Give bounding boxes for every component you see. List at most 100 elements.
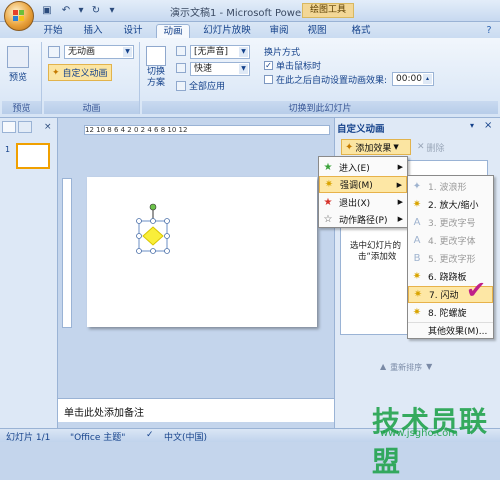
close-icon[interactable]: × [484, 120, 492, 131]
speed-icon [176, 63, 186, 73]
menu-item-entrance[interactable]: ★ 进入(E) ▶ [319, 159, 407, 175]
chevron-down-icon: ▼ [239, 64, 248, 74]
transition-scheme-button[interactable]: 切换 方案 [146, 46, 166, 89]
custom-animation-title: 自定义动画 [337, 124, 385, 135]
slide-number: 1 [5, 145, 11, 154]
slides-tab-icon[interactable] [2, 121, 16, 133]
reorder-controls: ▲ 重新排序 ▼ [380, 362, 432, 373]
chevron-down-icon: ▼ [393, 143, 399, 151]
office-logo-icon [13, 10, 25, 22]
transition-scheme-icon [146, 46, 166, 66]
effect-icon: ✦ [412, 181, 422, 192]
apply-all-label: 全部应用 [189, 82, 226, 92]
slide-thumbnail-page [16, 143, 50, 169]
ribbon-tabs: 开始 插入 设计 动画 幻灯片放映 审阅 视图 格式 ? [0, 22, 500, 39]
horizontal-ruler: 12 10 8 6 4 2 0 2 4 6 8 10 12 [84, 125, 330, 135]
effect-icon: A [413, 217, 421, 228]
emphasis-star-icon: ✷ [324, 179, 334, 190]
spellcheck-icon[interactable]: ✓ [146, 430, 154, 440]
tab-slideshow[interactable]: 幻灯片放映 [198, 24, 256, 39]
emphasis-item-font-style[interactable]: B 5. 更改字形 [408, 250, 493, 267]
custom-animation-button[interactable]: ✦ 自定义动画 [48, 64, 112, 81]
menu-item-exit[interactable]: ★ 退出(X) ▶ [319, 194, 407, 210]
close-pane-icon[interactable]: × [44, 122, 52, 132]
emphasis-item-grow-shrink[interactable]: ✷ 2. 放大/缩小 [408, 196, 493, 213]
sound-combo[interactable]: [无声音] ▼ [190, 45, 250, 59]
remove-label: 删除 [426, 143, 445, 154]
qat-customize-icon[interactable]: ▾ [108, 4, 116, 18]
group-preview-label: 预览 [2, 101, 41, 114]
effect-icon: B [413, 253, 421, 264]
preview-button[interactable]: 预览 [7, 46, 29, 83]
add-effect-button[interactable]: ✦ 添加效果 ▼ [341, 139, 411, 155]
chevron-down-icon: ▼ [239, 47, 248, 57]
entrance-star-icon: ★ [323, 161, 333, 173]
effect-icon: ✷ [412, 199, 422, 210]
apply-all-button[interactable]: 全部应用 [176, 79, 225, 92]
pane-options-icon[interactable]: ▾ [470, 121, 474, 130]
redo-icon[interactable]: ↻ [89, 4, 103, 18]
effect-icon: ✷ [413, 289, 423, 300]
add-effect-label: 添加效果 [355, 143, 392, 154]
custom-animation-icon: ✦ [52, 67, 60, 78]
undo-icon[interactable]: ↶ [59, 4, 73, 18]
auto-time-input[interactable]: 00:00 ▴ [392, 72, 434, 86]
quick-access-toolbar: ▣ ↶ ▾ ↻ ▾ [40, 3, 116, 19]
chevron-down-icon: ▼ [123, 47, 132, 57]
effect-icon: ✷ [412, 307, 422, 318]
preview-icon [7, 46, 29, 68]
group-animation-label: 动画 [44, 101, 139, 114]
move-up-icon[interactable]: ▲ [380, 362, 386, 373]
tab-design[interactable]: 设计 [118, 24, 148, 39]
watermark-url: www.jsgho.com [380, 428, 458, 439]
emphasis-item-spin[interactable]: ✷ 8. 陀螺旋 [408, 304, 493, 321]
submenu-arrow-icon: ▶ [397, 215, 403, 223]
remove-button[interactable]: ✕ 删除 [414, 139, 458, 155]
emphasis-item-more[interactable]: 其他效果(M)... [408, 322, 493, 338]
speed-combo[interactable]: 快速 ▼ [190, 62, 250, 76]
undo-dropdown-icon[interactable]: ▾ [78, 4, 84, 18]
auto-after-checkbox[interactable]: 在此之后自动设置动画效果: [264, 73, 387, 86]
add-effect-menu: ★ 进入(E) ▶ ✷ 强调(M) ▶ ★ 退出(X) ▶ ☆ 动作路径(P) … [318, 156, 408, 228]
animate-combo[interactable]: 无动画 ▼ [64, 45, 134, 59]
exit-star-icon: ★ [323, 196, 333, 208]
tab-animation[interactable]: 动画 [156, 24, 190, 39]
auto-after-label: 在此之后自动设置动画效果: [276, 76, 388, 86]
tab-home[interactable]: 开始 [38, 24, 68, 39]
drawing-tools-tab: 绘图工具 [302, 3, 354, 18]
tab-insert[interactable]: 插入 [78, 24, 108, 39]
notes-area[interactable]: 单击此处添加备注 [58, 398, 334, 422]
group-transition-label: 切换到此幻灯片 [142, 101, 498, 114]
tab-format[interactable]: 格式 [346, 24, 376, 39]
on-click-checkbox[interactable]: ✓ 单击鼠标时 [264, 59, 321, 72]
ribbon: 预览 预览 无动画 ▼ ✦ 自定义动画 动画 切换 方案 [无声音] ▼ 快速 … [0, 38, 500, 118]
motion-path-star-icon: ☆ [323, 213, 333, 225]
menu-item-motion-path[interactable]: ☆ 动作路径(P) ▶ [319, 211, 407, 227]
tab-view[interactable]: 视图 [302, 24, 332, 39]
outline-tab-icon[interactable] [18, 121, 32, 133]
office-button[interactable] [4, 1, 34, 31]
status-language: 中文(中国) [164, 433, 208, 443]
save-icon[interactable]: ▣ [40, 4, 54, 18]
tab-review[interactable]: 审阅 [264, 24, 294, 39]
slide-thumbnail[interactable]: 1 [3, 141, 52, 175]
advance-mode-title: 换片方式 [264, 48, 301, 58]
slide-canvas[interactable] [87, 177, 317, 327]
help-icon[interactable]: ? [482, 24, 496, 39]
emphasis-item-wave[interactable]: ✦ 1. 波浪形 [408, 178, 493, 195]
speed-combo-value: 快速 [194, 64, 213, 74]
effect-icon: ✷ [412, 271, 422, 282]
move-down-icon[interactable]: ▼ [426, 362, 432, 373]
add-effect-icon: ✦ [345, 141, 354, 153]
animate-icon [48, 46, 60, 58]
sound-combo-value: [无声音] [194, 47, 229, 57]
menu-item-emphasis[interactable]: ✷ 强调(M) ▶ [319, 176, 407, 193]
emphasis-item-font-size[interactable]: A 3. 更改字号 [408, 214, 493, 231]
group-transition: 切换 方案 [无声音] ▼ 快速 ▼ 全部应用 换片方式 ✓ 单击鼠标时 在此之… [142, 42, 498, 114]
emphasis-item-font[interactable]: A 4. 更改字体 [408, 232, 493, 249]
remove-icon: ✕ [417, 142, 425, 152]
on-click-label: 单击鼠标时 [276, 62, 322, 72]
submenu-arrow-icon: ▶ [397, 163, 403, 171]
status-theme: "Office 主题" [70, 433, 126, 443]
selected-shape[interactable] [87, 177, 317, 327]
